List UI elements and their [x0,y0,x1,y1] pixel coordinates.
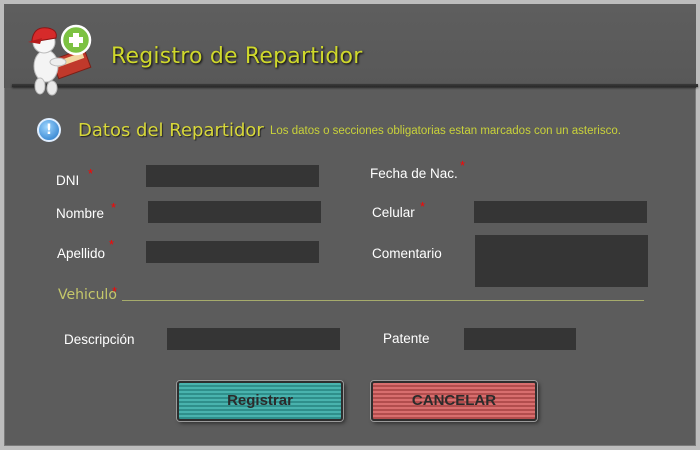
nombre-label: Nombre [56,206,105,221]
fecha-nac-label: Fecha de Nac. [370,166,458,181]
info-icon: ! [37,118,61,142]
page-title: Registro de Repartidor [111,44,363,69]
required-fields-note: Los datos o secciones obligatorias estan… [270,125,621,137]
header-divider [12,84,698,87]
vehiculo-required-mark: * [112,284,118,299]
celular-required-mark: * [420,199,426,214]
section-title: Datos del Repartidor [78,120,264,141]
vehiculo-section-title: Vehiculo [58,287,117,303]
vehiculo-divider [122,300,644,301]
delivery-man-add-icon [28,24,92,96]
cancelar-button[interactable]: CANCELAR [371,381,537,421]
nombre-input[interactable] [148,201,321,223]
patente-input[interactable] [464,328,576,350]
descripcion-label: Descripción [64,332,135,347]
dni-required-mark: * [88,166,94,181]
fecha-nac-required-mark: * [460,158,466,173]
descripcion-input[interactable] [167,328,340,350]
comentario-label: Comentario [372,246,442,261]
dni-input[interactable] [146,165,319,187]
dni-label: DNI [56,173,80,188]
apellido-required-mark: * [109,237,115,252]
celular-label: Celular [372,205,415,220]
apellido-input[interactable] [146,241,319,263]
patente-label: Patente [383,331,430,346]
celular-input[interactable] [474,201,647,223]
comentario-textarea[interactable] [475,235,648,287]
apellido-label: Apellido [57,246,106,261]
registrar-button[interactable]: Registrar [177,381,343,421]
nombre-required-mark: * [111,200,117,215]
